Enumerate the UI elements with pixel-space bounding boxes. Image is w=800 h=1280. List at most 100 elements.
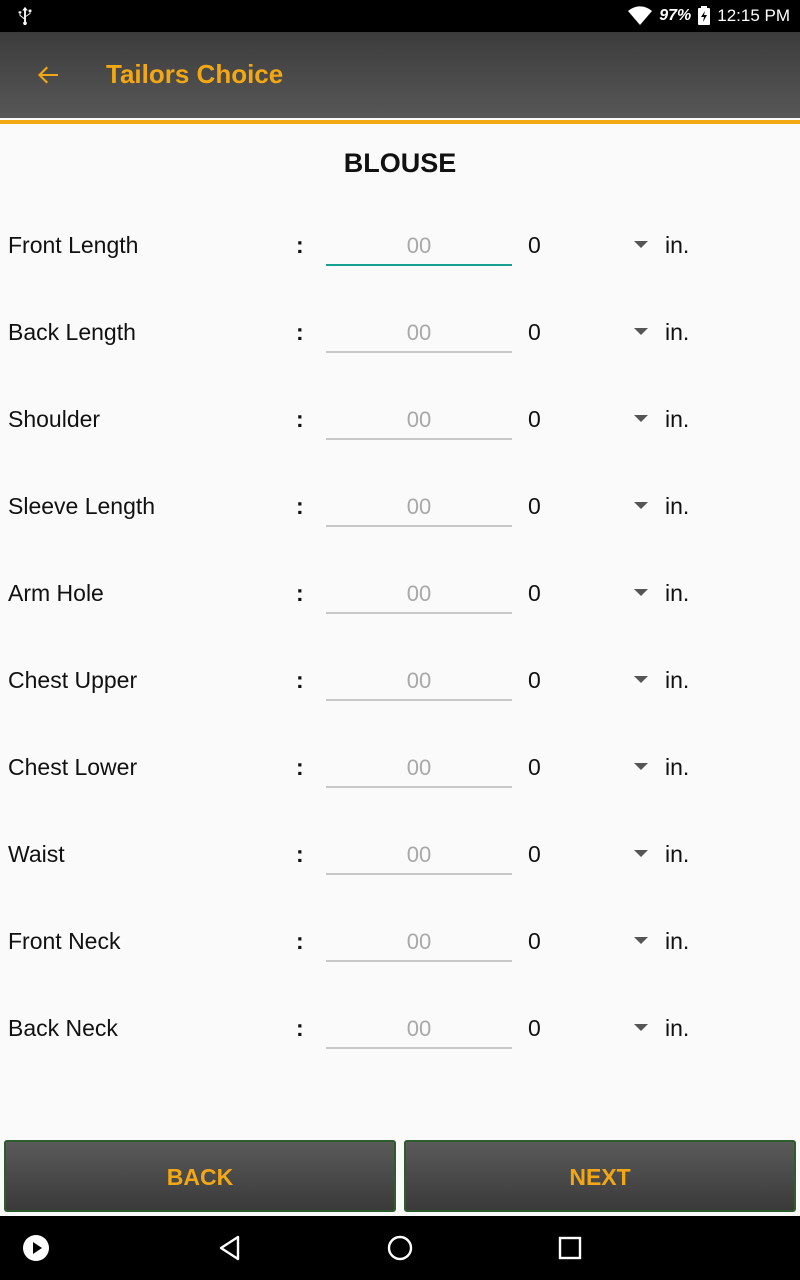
fraction-dropdown[interactable]: 0 — [520, 746, 656, 790]
colon-separator: : — [296, 754, 304, 780]
measurement-input-wrapper — [326, 663, 512, 701]
measurement-input-wrapper — [326, 750, 512, 788]
fraction-value: 0 — [528, 754, 541, 780]
colon-separator: : — [296, 493, 304, 519]
colon-separator: : — [296, 928, 304, 954]
battery-percent: 97% — [659, 7, 692, 24]
unit-label: in. — [665, 928, 690, 954]
next-button[interactable]: NEXT — [404, 1140, 796, 1212]
dropdown-caret-icon — [634, 328, 648, 335]
unit-label: in. — [665, 319, 690, 345]
unit-label: in. — [665, 580, 690, 606]
measurement-row-chest-lower: Chest Lower : 0 in. — [0, 740, 800, 800]
measurement-label: Back Length — [8, 319, 136, 345]
inches-input[interactable] — [326, 489, 512, 525]
colon-separator: : — [296, 841, 304, 867]
unit-label: in. — [665, 406, 690, 432]
page-title: BLOUSE — [343, 148, 457, 178]
dropdown-caret-icon — [634, 763, 648, 770]
clock: 12:15 PM — [717, 6, 790, 25]
fraction-dropdown[interactable]: 0 — [520, 572, 656, 616]
measurement-row-back-neck: Back Neck : 0 in. — [0, 1001, 800, 1061]
measurement-row-waist: Waist : 0 in. — [0, 827, 800, 887]
dropdown-caret-icon — [634, 502, 648, 509]
inches-input[interactable] — [326, 837, 512, 873]
measurement-label: Chest Upper — [8, 667, 138, 693]
fraction-value: 0 — [528, 580, 541, 606]
colon-separator: : — [296, 1015, 304, 1041]
fraction-dropdown[interactable]: 0 — [520, 833, 656, 877]
measurement-input-wrapper — [326, 402, 512, 440]
measurement-row-front-neck: Front Neck : 0 in. — [0, 914, 800, 974]
inches-input[interactable] — [326, 402, 512, 438]
measurement-input-wrapper — [326, 924, 512, 962]
measurement-label: Waist — [8, 841, 65, 867]
measurement-label: Shoulder — [8, 406, 101, 432]
system-nav-bar — [0, 1216, 800, 1280]
measurement-label: Arm Hole — [8, 580, 104, 606]
fraction-value: 0 — [528, 841, 541, 867]
unit-label: in. — [665, 754, 690, 780]
back-button[interactable]: BACK — [4, 1140, 396, 1212]
measurement-input-wrapper — [326, 228, 512, 266]
colon-separator: : — [296, 319, 304, 345]
fraction-value: 0 — [528, 1015, 541, 1041]
measurement-row-sleeve-length: Sleeve Length : 0 in. — [0, 479, 800, 539]
measurement-row-shoulder: Shoulder : 0 in. — [0, 392, 800, 452]
measurement-row-back-length: Back Length : 0 in. — [0, 305, 800, 365]
status-right: 97% 12:15 PM — [627, 0, 790, 32]
app-title: Tailors Choice — [106, 59, 284, 89]
measurement-row-chest-upper: Chest Upper : 0 in. — [0, 653, 800, 713]
dropdown-caret-icon — [634, 1024, 648, 1031]
measurement-label: Back Neck — [8, 1015, 118, 1041]
fraction-value: 0 — [528, 319, 541, 345]
fraction-dropdown[interactable]: 0 — [520, 398, 656, 442]
fraction-value: 0 — [528, 667, 541, 693]
inches-input[interactable] — [326, 1011, 512, 1047]
measurement-label: Chest Lower — [8, 754, 138, 780]
dropdown-caret-icon — [634, 676, 648, 683]
fraction-dropdown[interactable]: 0 — [520, 224, 656, 268]
dropdown-caret-icon — [634, 241, 648, 248]
inches-input[interactable] — [326, 750, 512, 786]
inches-input[interactable] — [326, 924, 512, 960]
fraction-dropdown[interactable]: 0 — [520, 659, 656, 703]
fraction-dropdown[interactable]: 0 — [520, 920, 656, 964]
recents-icon[interactable] — [556, 1234, 584, 1262]
fraction-dropdown[interactable]: 0 — [520, 311, 656, 355]
fraction-value: 0 — [528, 493, 541, 519]
fraction-value: 0 — [528, 406, 541, 432]
measurement-input-wrapper — [326, 576, 512, 614]
measurement-label: Front Length — [8, 232, 139, 258]
measurement-input-wrapper — [326, 837, 512, 875]
fraction-dropdown[interactable]: 0 — [520, 1007, 656, 1051]
wifi-icon — [628, 6, 653, 26]
unit-label: in. — [665, 1015, 690, 1041]
play-icon[interactable] — [22, 1234, 50, 1262]
fraction-value: 0 — [528, 232, 541, 258]
measurement-row-arm-hole: Arm Hole : 0 in. — [0, 566, 800, 626]
dropdown-caret-icon — [634, 589, 648, 596]
inches-input[interactable] — [326, 315, 512, 351]
measurement-label: Front Neck — [8, 928, 121, 954]
battery-charging-icon — [698, 6, 711, 25]
inches-input[interactable] — [326, 228, 512, 264]
inches-input[interactable] — [326, 663, 512, 699]
measurement-input-wrapper — [326, 489, 512, 527]
colon-separator: : — [296, 406, 304, 432]
home-icon[interactable] — [386, 1234, 414, 1262]
measurement-label: Sleeve Length — [8, 493, 156, 519]
fraction-dropdown[interactable]: 0 — [520, 485, 656, 529]
unit-label: in. — [665, 232, 690, 258]
measurement-input-wrapper — [326, 315, 512, 353]
fraction-value: 0 — [528, 928, 541, 954]
arrow-left-icon[interactable] — [34, 61, 62, 89]
app-bar: Tailors Choice — [0, 32, 800, 124]
unit-label: in. — [665, 493, 690, 519]
nav-back-icon[interactable] — [216, 1234, 244, 1262]
measurement-row-front-length: Front Length : 0 in. — [0, 218, 800, 278]
unit-label: in. — [665, 667, 690, 693]
colon-separator: : — [296, 667, 304, 693]
inches-input[interactable] — [326, 576, 512, 612]
usb-icon — [18, 6, 32, 26]
